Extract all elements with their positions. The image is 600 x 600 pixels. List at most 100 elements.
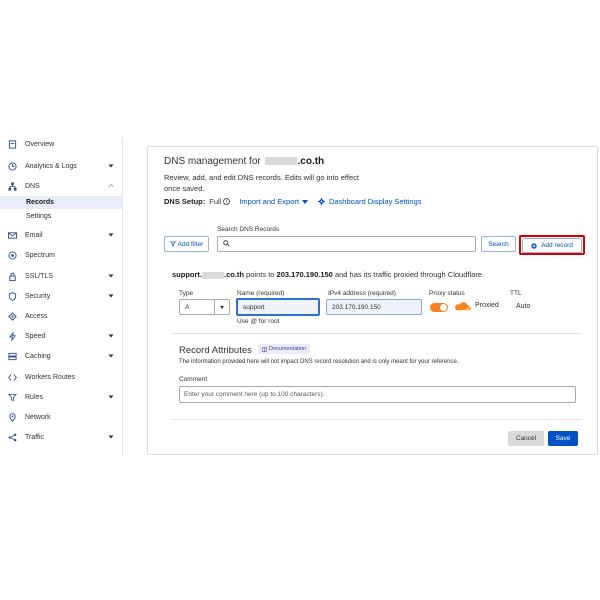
add-record-highlight <box>519 235 585 255</box>
summary-rest: and has its traffic proxied through Clou… <box>334 270 485 279</box>
summary-points: points to <box>246 270 275 279</box>
sidebar-item-traffic[interactable]: Traffic <box>0 429 122 445</box>
sidebar-item-workers-routes[interactable]: Workers Routes <box>0 369 122 385</box>
sidebar-item-dns[interactable]: DNS <box>0 178 122 194</box>
footer-divider <box>172 419 582 420</box>
documentation-link[interactable]: Documentation <box>258 344 310 354</box>
sidebar-item-security[interactable]: Security <box>0 288 122 304</box>
sidebar-item-label: SSL/TLS <box>25 272 54 280</box>
search-input[interactable] <box>217 236 476 252</box>
sidebar-item-network[interactable]: Network <box>0 409 122 425</box>
chevron-down-icon <box>107 353 114 360</box>
sidebar-item-spectrum[interactable]: Spectrum <box>0 247 122 263</box>
sidebar-item-access[interactable]: Access <box>0 308 122 324</box>
sidebar-item-speed[interactable]: Speed <box>0 328 122 344</box>
funnel-icon <box>8 393 17 402</box>
dashboard-display-settings-link[interactable]: Dashboard Display Settings <box>329 197 422 206</box>
sidebar-item-label: Workers Routes <box>25 373 76 381</box>
chevron-down-icon <box>107 434 114 441</box>
sidebar-item-label: Speed <box>25 332 46 340</box>
spectrum-icon <box>8 250 17 260</box>
comment-input[interactable]: Enter your comment here (up to 100 chara… <box>179 386 576 403</box>
sidebar-item-ssl-tls[interactable]: SSL/TLS <box>0 268 122 284</box>
type-value: A <box>185 303 190 311</box>
documentation-label: Documentation <box>269 346 306 352</box>
chevron-down-icon <box>107 273 114 280</box>
sidebar-item-label: Caching <box>25 352 51 360</box>
name-input[interactable]: support <box>236 298 320 316</box>
cancel-label: Cancel <box>515 435 537 442</box>
redacted-domain <box>202 271 224 279</box>
sidebar-subitem-settings[interactable]: Settings <box>0 210 122 223</box>
type-label: Type <box>179 290 194 297</box>
import-export-link[interactable]: Import and Export <box>239 197 299 206</box>
chevron-down-icon <box>107 163 114 170</box>
sidebar-item-label: Spectrum <box>25 251 55 259</box>
workers-icon <box>8 373 17 382</box>
section-divider <box>172 333 582 334</box>
ipv4-value: 203.170.190.150 <box>332 303 381 311</box>
gear-icon <box>317 198 325 205</box>
ttl-label: TTL <box>510 290 522 297</box>
page-title: DNS management for .co.th <box>164 156 324 167</box>
record-summary: support. .co.th points to 203.170.190.150… <box>172 270 484 279</box>
search-icon <box>223 239 230 249</box>
pin-icon <box>8 412 17 422</box>
add-filter-button[interactable]: Add filter <box>164 236 209 252</box>
cloud-icon <box>453 302 472 313</box>
ipv4-input[interactable]: 203.170.190.150 <box>326 299 422 315</box>
dns-setup-value: Full <box>209 197 222 206</box>
ttl-value: Auto <box>516 303 531 310</box>
name-label: Name (required) <box>237 290 285 297</box>
search-button-label: Search <box>488 240 509 248</box>
name-hint: Use @ for root <box>237 318 280 325</box>
sidebar-item-label: Network <box>25 413 51 421</box>
proxy-toggle[interactable] <box>430 303 448 312</box>
sidebar-subitem-records[interactable]: Records <box>0 196 122 209</box>
summary-host: support. <box>172 270 202 279</box>
comment-placeholder: Enter your comment here (up to 100 chara… <box>184 391 325 398</box>
document-icon <box>8 139 17 149</box>
access-icon <box>8 311 17 321</box>
info-icon[interactable]: i <box>223 198 231 205</box>
proxy-status-value: Proxied <box>475 302 499 309</box>
dns-setup-label: DNS Setup: <box>164 197 206 206</box>
share-icon <box>8 433 17 442</box>
shield-icon <box>8 291 17 301</box>
envelope-icon <box>8 231 17 240</box>
cancel-button[interactable]: Cancel <box>508 431 544 446</box>
chevron-down-icon <box>107 232 114 239</box>
search-label: Search DNS Records <box>217 226 280 233</box>
save-button[interactable]: Save <box>548 431 578 446</box>
summary-ip: 203.170.190.150 <box>276 270 333 279</box>
sidebar-item-label: DNS <box>25 182 40 190</box>
chevron-down-icon <box>107 293 114 300</box>
title-prefix: DNS management for <box>164 156 261 167</box>
sidebar-item-label: Rules <box>25 393 43 401</box>
sidebar-item-email[interactable]: Email <box>0 227 122 243</box>
sidebar-subitem-label: Records <box>26 199 55 206</box>
sidebar-item-caching[interactable]: Caching <box>0 348 122 364</box>
clock-icon <box>8 161 17 171</box>
page-description: Review, add, and edit DNS records. Edits… <box>164 173 359 193</box>
sidebar-item-rules[interactable]: Rules <box>0 389 122 405</box>
sidebar-item-label: Email <box>25 231 43 239</box>
lock-icon <box>8 272 17 281</box>
summary-domain: .co.th <box>224 270 244 279</box>
caret-down-icon[interactable] <box>301 199 308 204</box>
search-button[interactable]: Search <box>481 236 516 252</box>
proxy-status-label: Proxy status <box>429 290 465 297</box>
chevron-down-icon <box>107 333 114 340</box>
attributes-description: The information provided here will not i… <box>179 359 459 365</box>
type-select[interactable]: A <box>179 299 230 315</box>
name-value: support <box>243 303 265 311</box>
save-label: Save <box>555 435 571 442</box>
chevron-down-icon <box>214 300 229 314</box>
sidebar-item-label: Security <box>25 292 51 300</box>
sidebar-item-analytics[interactable]: Analytics & Logs <box>0 158 122 174</box>
dns-management-card: DNS management for .co.th Review, add, a… <box>147 146 598 455</box>
sidebar-item-overview[interactable]: Overview <box>0 138 122 152</box>
sidebar-item-label: Analytics & Logs <box>25 162 77 170</box>
sidebar-subitem-label: Settings <box>26 213 52 220</box>
chevron-down-icon <box>107 394 114 401</box>
